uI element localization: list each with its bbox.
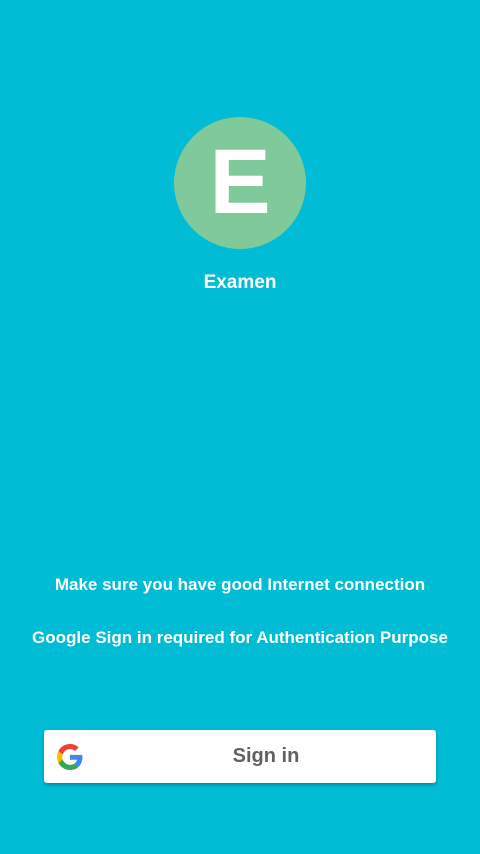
google-g-icon [57, 744, 83, 770]
app-name: Examen [203, 272, 277, 293]
google-sign-in-button[interactable]: Sign in [44, 730, 436, 783]
internet-notice: Make sure you have good Internet connect… [54, 575, 426, 594]
google-signin-notice: Google Sign in required for Authenticati… [32, 628, 448, 647]
app-logo: E [174, 117, 306, 249]
sign-in-screen: E Examen Make sure you have good Interne… [0, 0, 480, 854]
sign-in-label: Sign in [232, 745, 300, 767]
app-logo-letter: E [209, 131, 271, 233]
